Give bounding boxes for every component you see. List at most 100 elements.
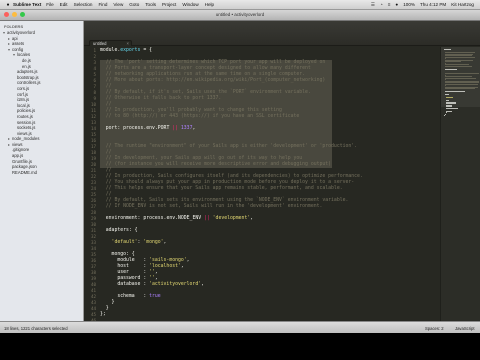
tray-item[interactable]: ☰ <box>371 2 375 8</box>
code-token: NODE_ENV <box>178 216 202 221</box>
tray-item[interactable]: Kit Hartzog <box>451 2 474 8</box>
code-token: // In production, Sails configures itsel… <box>100 174 363 179</box>
sidebar-item-label: app.js <box>12 153 24 159</box>
menu-item-file[interactable]: File <box>46 2 53 7</box>
code-token: password <box>100 276 144 281</box>
code-line: module.exports = { <box>100 48 152 54</box>
sidebar-item-label: views.js <box>17 130 32 136</box>
code-token: // networking applications run at the sa… <box>100 72 306 77</box>
code-line: // This helps ensure that your Sails app… <box>100 186 343 192</box>
menu-item-tools[interactable]: Tools <box>145 2 156 7</box>
sidebar-item-label: README.md <box>12 169 37 175</box>
menu-item-window[interactable]: Window <box>182 2 198 7</box>
tray-item[interactable]: Thu 4:12 PM <box>420 2 446 8</box>
menu-item-selection[interactable]: Selection <box>74 2 93 7</box>
code-token: = { <box>140 48 152 53</box>
tray-item[interactable]: ◔ <box>380 2 383 8</box>
code-token: , <box>180 264 184 269</box>
file-tree: ▾ activityoverlord ▸ api ▸ assets ▾ config ▾ loca… <box>0 30 83 175</box>
code-token: , <box>163 240 167 245</box>
sidebar-item-label: api <box>12 35 18 41</box>
code-token: exports <box>120 48 141 53</box>
code-token: // If NODE_ENV is not set, Sails will ru… <box>100 204 323 209</box>
menu-item-view[interactable]: View <box>113 2 123 7</box>
code-token: 'development' <box>212 216 251 221</box>
sidebar-item-label: i18n.js <box>17 97 30 103</box>
code-line: 'default': 'mongo', <box>100 240 167 246</box>
title-bar: untitled • activityoverlord <box>0 10 480 21</box>
minimap-line <box>444 115 445 116</box>
sidebar-item-label: node_modules <box>12 136 40 142</box>
tray-item[interactable]: 100% <box>403 2 415 8</box>
code-token: mongo <box>100 252 126 257</box>
sidebar-item-label: .gitignore <box>12 147 30 153</box>
code-token: } <box>100 306 109 311</box>
menu-item-help[interactable]: Help <box>205 2 214 7</box>
code-token: // <box>100 84 112 89</box>
code-token: // More about ports: http://en.wikipedia… <box>100 78 326 83</box>
minimap[interactable] <box>440 47 480 321</box>
code-token: // <box>100 150 112 155</box>
sidebar-header: FOLDERS <box>4 24 24 29</box>
sidebar-item-label: activityoverlord <box>7 30 35 35</box>
sidebar-file[interactable]: README.md <box>0 170 83 176</box>
apple-icon[interactable]: ● <box>5 2 11 8</box>
code-token: adapters <box>100 228 129 233</box>
sidebar-item-label: adapters.js <box>17 69 38 75</box>
menu-item-find[interactable]: Find <box>98 2 107 7</box>
code-token: // Ports are a transport-layer concept d… <box>100 66 311 71</box>
code-token: // to 80 (http://) or 443 (https://) if … <box>100 114 300 119</box>
code-token: // In production, you'll probably want t… <box>100 108 282 113</box>
code-token: // This helps ensure that your Sails app… <box>100 186 343 191</box>
tray-item[interactable]: ≡ <box>388 2 391 8</box>
code-token: module <box>100 258 144 263</box>
tab-untitled[interactable]: untitled × <box>89 40 132 46</box>
app-window: ● Sublime Text File Edit Selection Find View… <box>0 0 480 333</box>
code-editor[interactable]: module.exports = { // The 'port' setting… <box>100 47 440 321</box>
code-token: || <box>169 126 181 131</box>
sidebar-item-label: views <box>12 141 23 147</box>
sidebar-item-label: sockets.js <box>17 125 36 131</box>
tray-item[interactable]: ● <box>395 2 398 8</box>
sidebar-item-label: locales <box>17 52 31 58</box>
sidebar-item-label: policies.js <box>17 108 36 114</box>
menu-item-project[interactable]: Project <box>162 2 176 7</box>
line-number-gutter: 1 2 3 4 5 6 7 8 9 10 11 12 13 14 15 16 17 18 19 20 21 22 23 24 2… <box>84 47 98 329</box>
code-line: adapters: { <box>100 228 138 234</box>
code-token: }; <box>100 312 106 317</box>
code-line: // to 80 (http://) or 443 (https://) if … <box>100 114 300 120</box>
code-line: database : 'activityoverlord', <box>100 282 204 288</box>
code-token: // By default, Sails sets its environmen… <box>100 198 349 203</box>
sidebar-item-label: controllers.js <box>17 80 41 86</box>
tab-label: untitled <box>93 41 107 46</box>
code-token: environment <box>100 216 138 221</box>
code-token: env <box>166 216 176 221</box>
code-token: : { <box>126 252 135 257</box>
indentation-setting[interactable]: Spaces: 2 <box>425 326 444 331</box>
menu-tray: ☰ ◔ ≡ ● 100% Thu 4:12 PM Kit Hartzog <box>371 2 474 8</box>
code-token: || <box>201 216 213 221</box>
code-token: // <box>100 102 112 107</box>
menu-items: File Edit Selection Find View Goto Tools Projec… <box>46 2 220 7</box>
minimap-line <box>446 107 459 109</box>
code-token: 'sails-mongo' <box>149 258 187 263</box>
code-token: port <box>100 126 118 131</box>
sidebar-item-label: package.json <box>12 164 37 170</box>
sidebar-item-label: routes.js <box>17 113 33 119</box>
minimap-line <box>444 56 476 58</box>
code-token: , <box>154 276 158 281</box>
sidebar-item-label: en.js <box>22 63 31 69</box>
code-line: // More about ports: http://en.wikipedia… <box>100 78 326 84</box>
sidebar-item-label: de.js <box>22 57 31 63</box>
syntax-mode[interactable]: JavaScript <box>455 326 475 331</box>
minimap-line <box>444 94 450 95</box>
code-token: , <box>192 126 196 131</box>
code-line: port: process.env.PORT || 1337, <box>100 126 196 132</box>
code-line: // If NODE_ENV is not set, Sails will ru… <box>100 204 323 210</box>
menu-item-edit[interactable]: Edit <box>60 2 68 7</box>
app-name[interactable]: Sublime Text <box>13 2 41 7</box>
menu-item-goto[interactable]: Goto <box>129 2 139 7</box>
sidebar: FOLDERS ▾ activityoverlord ▸ api ▸ assets ▾ con… <box>0 21 84 321</box>
minimap-line <box>444 83 478 85</box>
code-token: process <box>123 126 144 131</box>
